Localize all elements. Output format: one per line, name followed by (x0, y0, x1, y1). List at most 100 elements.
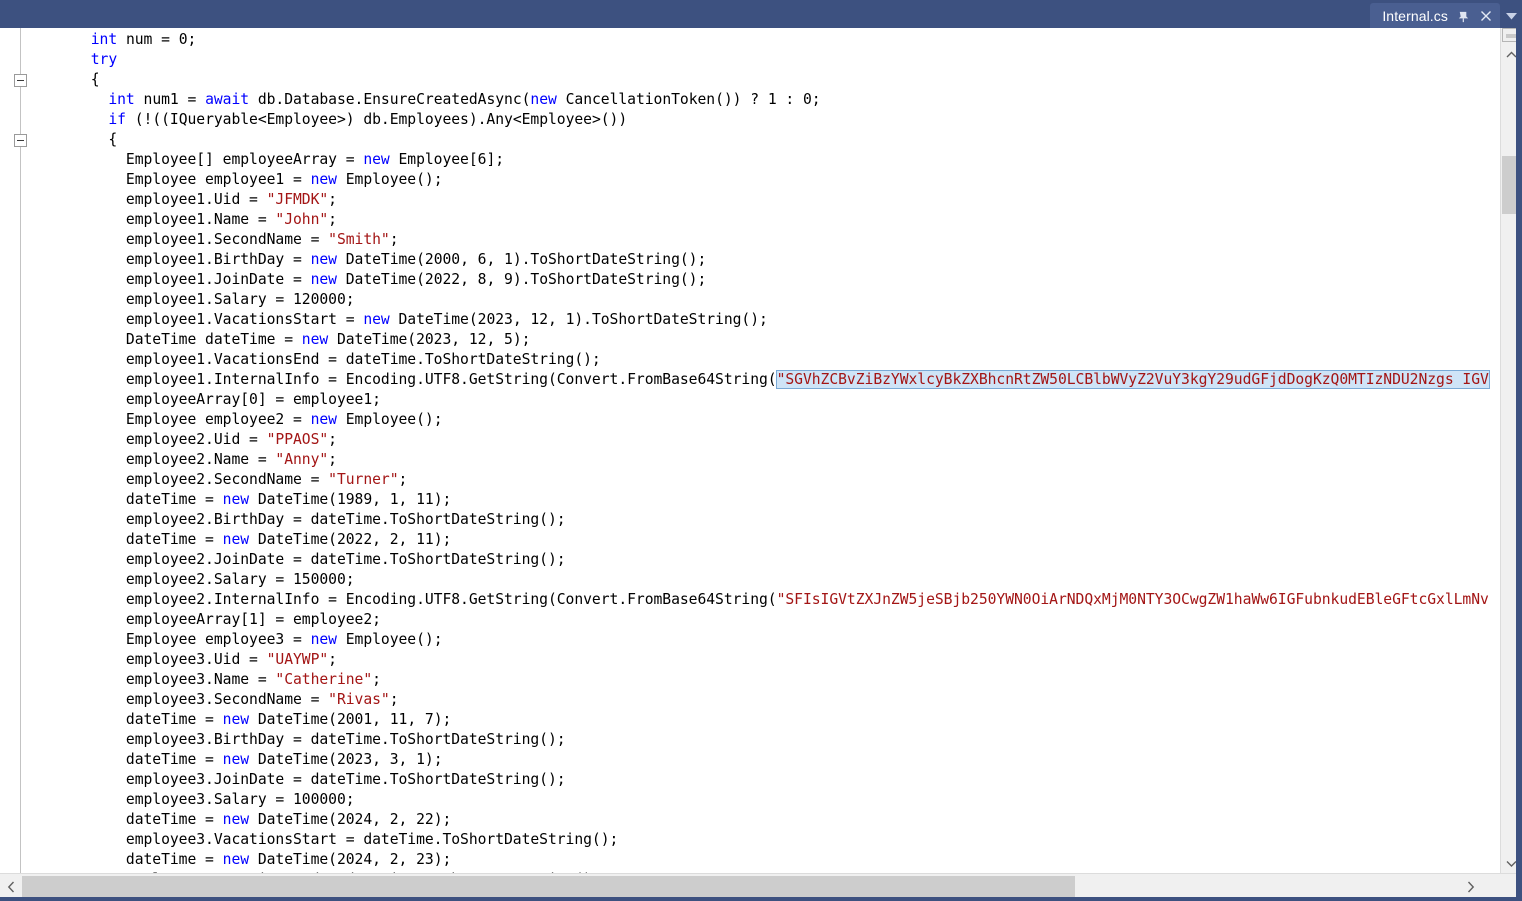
code-line[interactable]: employee3.Salary = 100000; (38, 790, 1489, 810)
code-line[interactable]: dateTime = new DateTime(2024, 2, 22); (38, 810, 1489, 830)
code-token: ; (398, 471, 408, 488)
code-line[interactable]: employee1.Uid = "JFMDK"; (38, 190, 1489, 210)
code-line[interactable]: try (38, 50, 1489, 70)
code-line[interactable]: employee1.SecondName = "Smith"; (38, 230, 1489, 250)
code-token: employee2.JoinDate = dateTime.ToShortDat… (38, 551, 566, 568)
code-token: DateTime(2023, 12, 1).ToShortDateString(… (389, 311, 768, 328)
code-line[interactable]: Employee employee3 = new Employee(); (38, 630, 1489, 650)
code-token: employee1.Salary = 120000; (38, 291, 355, 308)
editor-body: int num = 0; try { int num1 = await db.D… (0, 28, 1522, 873)
code-line[interactable]: employee1.BirthDay = new DateTime(2000, … (38, 250, 1489, 270)
code-token: Employee(); (336, 411, 443, 428)
code-token: employee2.SecondName = (38, 471, 329, 488)
code-line[interactable]: employee2.Salary = 150000; (38, 570, 1489, 590)
fold-marker-collapse-try[interactable] (14, 74, 27, 87)
keyword-token: new (310, 411, 337, 428)
code-token: DateTime(2023, 3, 1); (249, 751, 443, 768)
code-line[interactable]: dateTime = new DateTime(1989, 1, 11); (38, 490, 1489, 510)
code-line[interactable]: employee2.Name = "Anny"; (38, 450, 1489, 470)
code-line[interactable]: employee2.SecondName = "Turner"; (38, 470, 1489, 490)
code-token: { (38, 71, 100, 88)
tab-bar: Internal.cs (0, 0, 1522, 29)
code-token: ; (328, 451, 337, 468)
close-icon[interactable] (1478, 8, 1494, 24)
code-line[interactable]: employee3.JoinDate = dateTime.ToShortDat… (38, 770, 1489, 790)
code-token: DateTime(1989, 1, 11); (249, 491, 452, 508)
code-token: DateTime(2022, 2, 11); (249, 531, 452, 548)
code-line[interactable]: dateTime = new DateTime(2024, 2, 23); (38, 850, 1489, 870)
code-line[interactable]: if (!((IQueryable<Employee>) db.Employee… (38, 110, 1489, 130)
pin-icon[interactable] (1455, 8, 1471, 24)
window-right-edge (1516, 28, 1522, 897)
code-line[interactable]: dateTime = new DateTime(2023, 3, 1); (38, 750, 1489, 770)
code-line[interactable]: int num = 0; (38, 30, 1489, 50)
code-line[interactable]: employee1.Salary = 120000; (38, 290, 1489, 310)
chevron-left-icon[interactable] (0, 875, 22, 899)
string-literal: "Rivas" (328, 691, 390, 708)
code-line[interactable]: dateTime = new DateTime(2001, 11, 7); (38, 710, 1489, 730)
code-token: employee3.Salary = 100000; (38, 791, 355, 808)
code-token: (!((IQueryable<Employee>) db.Employees).… (125, 111, 628, 128)
code-token: employee2.Uid = (38, 431, 267, 448)
code-line[interactable]: employee1.VacationsStart = new DateTime(… (38, 310, 1489, 330)
code-line[interactable]: employee2.JoinDate = dateTime.ToShortDat… (38, 550, 1489, 570)
code-line[interactable]: employee1.Name = "John"; (38, 210, 1489, 230)
folding-gutter (0, 28, 38, 873)
code-token: db.Database.EnsureCreatedAsync( (249, 91, 531, 108)
code-line[interactable]: employeeArray[0] = employee1; (38, 390, 1489, 410)
keyword-token: new (222, 711, 250, 728)
editor-tab-internal-cs[interactable]: Internal.cs (1370, 3, 1500, 29)
keyword-token: new (363, 151, 390, 168)
code-line[interactable]: employee3.VacationsStart = dateTime.ToSh… (38, 830, 1489, 850)
code-line[interactable]: employee2.InternalInfo = Encoding.UTF8.G… (38, 590, 1489, 610)
code-line[interactable]: Employee[] employeeArray = new Employee[… (38, 150, 1489, 170)
fold-marker-collapse-if[interactable] (14, 134, 27, 147)
code-line[interactable]: DateTime dateTime = new DateTime(2023, 1… (38, 330, 1489, 350)
string-literal: "UAYWP" (266, 651, 329, 668)
chevron-down-icon[interactable] (1500, 4, 1522, 28)
code-token: employee1.InternalInfo = Encoding.UTF8.G… (38, 371, 777, 388)
code-text[interactable]: int num = 0; try { int num1 = await db.D… (38, 30, 1490, 873)
chevron-right-icon[interactable] (1460, 875, 1482, 899)
code-line[interactable]: { (38, 130, 1489, 150)
keyword-token: try (90, 51, 118, 68)
code-line[interactable]: employee3.SecondName = "Rivas"; (38, 690, 1489, 710)
code-token: employee3.BirthDay = dateTime.ToShortDat… (38, 731, 566, 748)
code-token: employeeArray[1] = employee2; (38, 611, 381, 628)
code-line[interactable]: Employee employee2 = new Employee(); (38, 410, 1489, 430)
horizontal-scrollbar-thumb[interactable] (22, 876, 1075, 898)
keyword-token: if (108, 111, 126, 128)
code-line[interactable]: employee2.Uid = "PPAOS"; (38, 430, 1489, 450)
code-token: Employee employee3 = (38, 631, 311, 648)
code-line[interactable]: employee1.JoinDate = new DateTime(2022, … (38, 270, 1489, 290)
keyword-token: new (222, 531, 250, 548)
code-token: num = 0; (117, 31, 197, 48)
code-line[interactable]: employee3.Uid = "UAYWP"; (38, 650, 1489, 670)
string-literal: "Smith" (328, 231, 390, 248)
code-line[interactable]: employee3.BirthDay = dateTime.ToShortDat… (38, 730, 1489, 750)
string-literal: "PPAOS" (266, 431, 329, 448)
keyword-token: new (222, 751, 250, 768)
code-line[interactable]: Employee employee1 = new Employee(); (38, 170, 1489, 190)
keyword-token: int (108, 91, 135, 108)
code-line[interactable]: employee1.InternalInfo = Encoding.UTF8.G… (38, 370, 1490, 390)
code-token: dateTime = (38, 851, 223, 868)
code-line[interactable]: employee1.VacationsEnd = dateTime.ToShor… (38, 350, 1489, 370)
code-token: DateTime(2024, 2, 23); (249, 851, 452, 868)
code-token: ; (328, 651, 337, 668)
code-line[interactable]: employee2.BirthDay = dateTime.ToShortDat… (38, 510, 1489, 530)
code-token: employee1.Uid = (38, 191, 267, 208)
code-line[interactable]: { (38, 70, 1489, 90)
code-line[interactable]: employeeArray[1] = employee2; (38, 610, 1489, 630)
code-token: Employee(); (336, 631, 443, 648)
keyword-token: new (301, 331, 329, 348)
code-line[interactable]: int num1 = await db.Database.EnsureCreat… (38, 90, 1489, 110)
code-line[interactable]: dateTime = new DateTime(2022, 2, 11); (38, 530, 1489, 550)
code-token: Employee[] employeeArray = (38, 151, 364, 168)
code-token: DateTime(2022, 8, 9).ToShortDateString()… (336, 271, 707, 288)
code-scroll-surface[interactable]: int num = 0; try { int num1 = await db.D… (38, 28, 1522, 873)
code-line[interactable]: employee3.Name = "Catherine"; (38, 670, 1489, 690)
